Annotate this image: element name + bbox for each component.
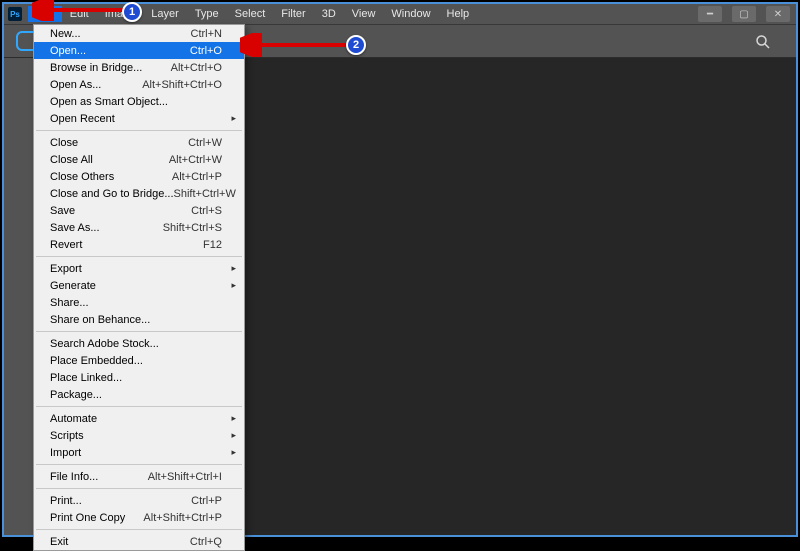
document-canvas[interactable] [254, 100, 784, 523]
menu-item-shortcut: Shift+Ctrl+S [163, 222, 222, 234]
menu-item-label: Share on Behance... [50, 314, 222, 326]
menu-item-package[interactable]: Package... [34, 386, 244, 403]
menu-item-open-recent[interactable]: Open Recent [34, 110, 244, 127]
menu-type[interactable]: Type [187, 6, 227, 22]
menu-item-print[interactable]: Print...Ctrl+P [34, 492, 244, 509]
app-window: Ps FileEditImageLayerTypeSelectFilter3DV… [2, 2, 798, 537]
menu-item-automate[interactable]: Automate [34, 410, 244, 427]
menu-item-shortcut: Alt+Shift+Ctrl+I [148, 471, 222, 483]
menu-view[interactable]: View [344, 6, 384, 22]
menu-layer[interactable]: Layer [143, 6, 187, 22]
menu-item-label: Revert [50, 239, 203, 251]
menu-item-label: New... [50, 28, 191, 40]
menu-item-shortcut: Ctrl+N [191, 28, 222, 40]
menu-item-label: Automate [50, 413, 222, 425]
menu-item-open[interactable]: Open...Ctrl+O [34, 42, 244, 59]
menu-item-label: Close All [50, 154, 169, 166]
menu-separator [36, 488, 242, 489]
menu-item-label: Place Embedded... [50, 355, 222, 367]
menu-item-label: Browse in Bridge... [50, 62, 171, 74]
tools-panel[interactable] [4, 58, 36, 535]
menu-3d[interactable]: 3D [314, 6, 344, 22]
menu-item-export[interactable]: Export [34, 260, 244, 277]
menu-item-label: File Info... [50, 471, 148, 483]
maximize-button[interactable]: ▢ [732, 6, 756, 22]
window-controls: ━ ▢ ✕ [698, 6, 790, 22]
minimize-button[interactable]: ━ [698, 6, 722, 22]
menu-select[interactable]: Select [227, 6, 274, 22]
menu-item-shortcut: Ctrl+O [190, 45, 222, 57]
menu-item-shortcut: Alt+Ctrl+W [169, 154, 222, 166]
menu-item-shortcut: Alt+Shift+Ctrl+O [142, 79, 222, 91]
menu-item-shortcut: Ctrl+S [191, 205, 222, 217]
menu-item-shortcut: Ctrl+P [191, 495, 222, 507]
menu-item-print-one-copy[interactable]: Print One CopyAlt+Shift+Ctrl+P [34, 509, 244, 526]
menu-item-file-info[interactable]: File Info...Alt+Shift+Ctrl+I [34, 468, 244, 485]
menu-item-label: Close [50, 137, 188, 149]
menu-item-shortcut: Alt+Ctrl+O [171, 62, 222, 74]
menu-item-shortcut: Alt+Ctrl+P [172, 171, 222, 183]
menu-item-label: Share... [50, 297, 222, 309]
menu-separator [36, 529, 242, 530]
menu-help[interactable]: Help [439, 6, 478, 22]
menu-item-label: Export [50, 263, 222, 275]
search-icon[interactable] [754, 33, 772, 56]
menu-item-import[interactable]: Import [34, 444, 244, 461]
menu-item-label: Place Linked... [50, 372, 222, 384]
menu-item-revert[interactable]: RevertF12 [34, 236, 244, 253]
menu-item-label: Close and Go to Bridge... [50, 188, 174, 200]
menu-window[interactable]: Window [383, 6, 438, 22]
menu-item-label: Package... [50, 389, 222, 401]
menu-item-close-and-go-to-bridge[interactable]: Close and Go to Bridge...Shift+Ctrl+W [34, 185, 244, 202]
menu-item-shortcut: Ctrl+Q [190, 536, 222, 548]
menu-item-label: Search Adobe Stock... [50, 338, 222, 350]
menu-separator [36, 464, 242, 465]
menu-item-save-as[interactable]: Save As...Shift+Ctrl+S [34, 219, 244, 236]
menu-item-open-as[interactable]: Open As...Alt+Shift+Ctrl+O [34, 76, 244, 93]
menu-separator [36, 331, 242, 332]
menu-item-save[interactable]: SaveCtrl+S [34, 202, 244, 219]
menu-item-label: Import [50, 447, 222, 459]
menu-item-shortcut: Shift+Ctrl+W [174, 188, 236, 200]
menu-separator [36, 130, 242, 131]
menu-item-label: Save As... [50, 222, 163, 234]
menu-separator [36, 256, 242, 257]
menu-item-label: Scripts [50, 430, 222, 442]
menu-item-label: Close Others [50, 171, 172, 183]
menu-item-browse-in-bridge[interactable]: Browse in Bridge...Alt+Ctrl+O [34, 59, 244, 76]
menu-item-shortcut: Alt+Shift+Ctrl+P [143, 512, 222, 524]
menu-item-close-others[interactable]: Close OthersAlt+Ctrl+P [34, 168, 244, 185]
menu-item-label: Generate [50, 280, 222, 292]
menu-item-label: Exit [50, 536, 190, 548]
menu-item-scripts[interactable]: Scripts [34, 427, 244, 444]
menu-item-close[interactable]: CloseCtrl+W [34, 134, 244, 151]
menu-item-share-on-behance[interactable]: Share on Behance... [34, 311, 244, 328]
annotation-arrow-2 [240, 33, 360, 57]
menu-item-exit[interactable]: ExitCtrl+Q [34, 533, 244, 550]
menu-item-label: Print One Copy [50, 512, 143, 524]
menu-item-shortcut: F12 [203, 239, 222, 251]
menu-item-shortcut: Ctrl+W [188, 137, 222, 149]
menu-item-label: Open... [50, 45, 190, 57]
annotation-badge-1: 1 [122, 2, 142, 22]
menu-item-place-embedded[interactable]: Place Embedded... [34, 352, 244, 369]
menu-item-label: Save [50, 205, 191, 217]
menu-item-place-linked[interactable]: Place Linked... [34, 369, 244, 386]
menu-item-open-as-smart-object[interactable]: Open as Smart Object... [34, 93, 244, 110]
menu-item-label: Open As... [50, 79, 142, 91]
menu-item-label: Open as Smart Object... [50, 96, 222, 108]
menu-item-label: Open Recent [50, 113, 222, 125]
menu-item-close-all[interactable]: Close AllAlt+Ctrl+W [34, 151, 244, 168]
menu-filter[interactable]: Filter [273, 6, 313, 22]
annotation-badge-2: 2 [346, 35, 366, 55]
close-button[interactable]: ✕ [766, 6, 790, 22]
app-logo-icon: Ps [8, 7, 22, 21]
file-menu-dropdown: New...Ctrl+NOpen...Ctrl+OBrowse in Bridg… [33, 24, 245, 551]
menu-item-share[interactable]: Share... [34, 294, 244, 311]
menu-item-new[interactable]: New...Ctrl+N [34, 25, 244, 42]
menu-separator [36, 406, 242, 407]
menu-item-label: Print... [50, 495, 191, 507]
menu-item-generate[interactable]: Generate [34, 277, 244, 294]
menu-item-search-adobe-stock[interactable]: Search Adobe Stock... [34, 335, 244, 352]
